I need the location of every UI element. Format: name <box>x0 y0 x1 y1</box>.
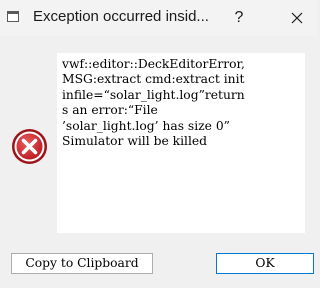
close-icon <box>291 12 303 24</box>
close-button[interactable] <box>280 2 314 34</box>
message-line: infile=“solar_light.log”return <box>62 87 245 102</box>
help-button[interactable]: ? <box>222 2 256 34</box>
ok-button[interactable]: OK <box>216 253 314 274</box>
message-box: vwf::editor::DeckEditorError, MSG:extrac… <box>57 53 305 233</box>
title-bar[interactable]: Exception occurred insid... ? <box>0 0 317 36</box>
window-icon <box>7 11 19 22</box>
error-message: vwf::editor::DeckEditorError, MSG:extrac… <box>62 57 304 149</box>
message-line: vwf::editor::DeckEditorError, <box>62 57 245 71</box>
message-line: s an error:“File <box>62 103 158 118</box>
message-line: MSG:extract cmd:extract init <box>62 72 245 87</box>
message-line: ’solar_light.log’ has size 0” <box>62 118 230 133</box>
copy-to-clipboard-button[interactable]: Copy to Clipboard <box>11 253 153 274</box>
message-line: Simulator will be killed <box>62 134 208 149</box>
window-title: Exception occurred insid... <box>33 8 209 25</box>
error-icon <box>12 129 47 164</box>
